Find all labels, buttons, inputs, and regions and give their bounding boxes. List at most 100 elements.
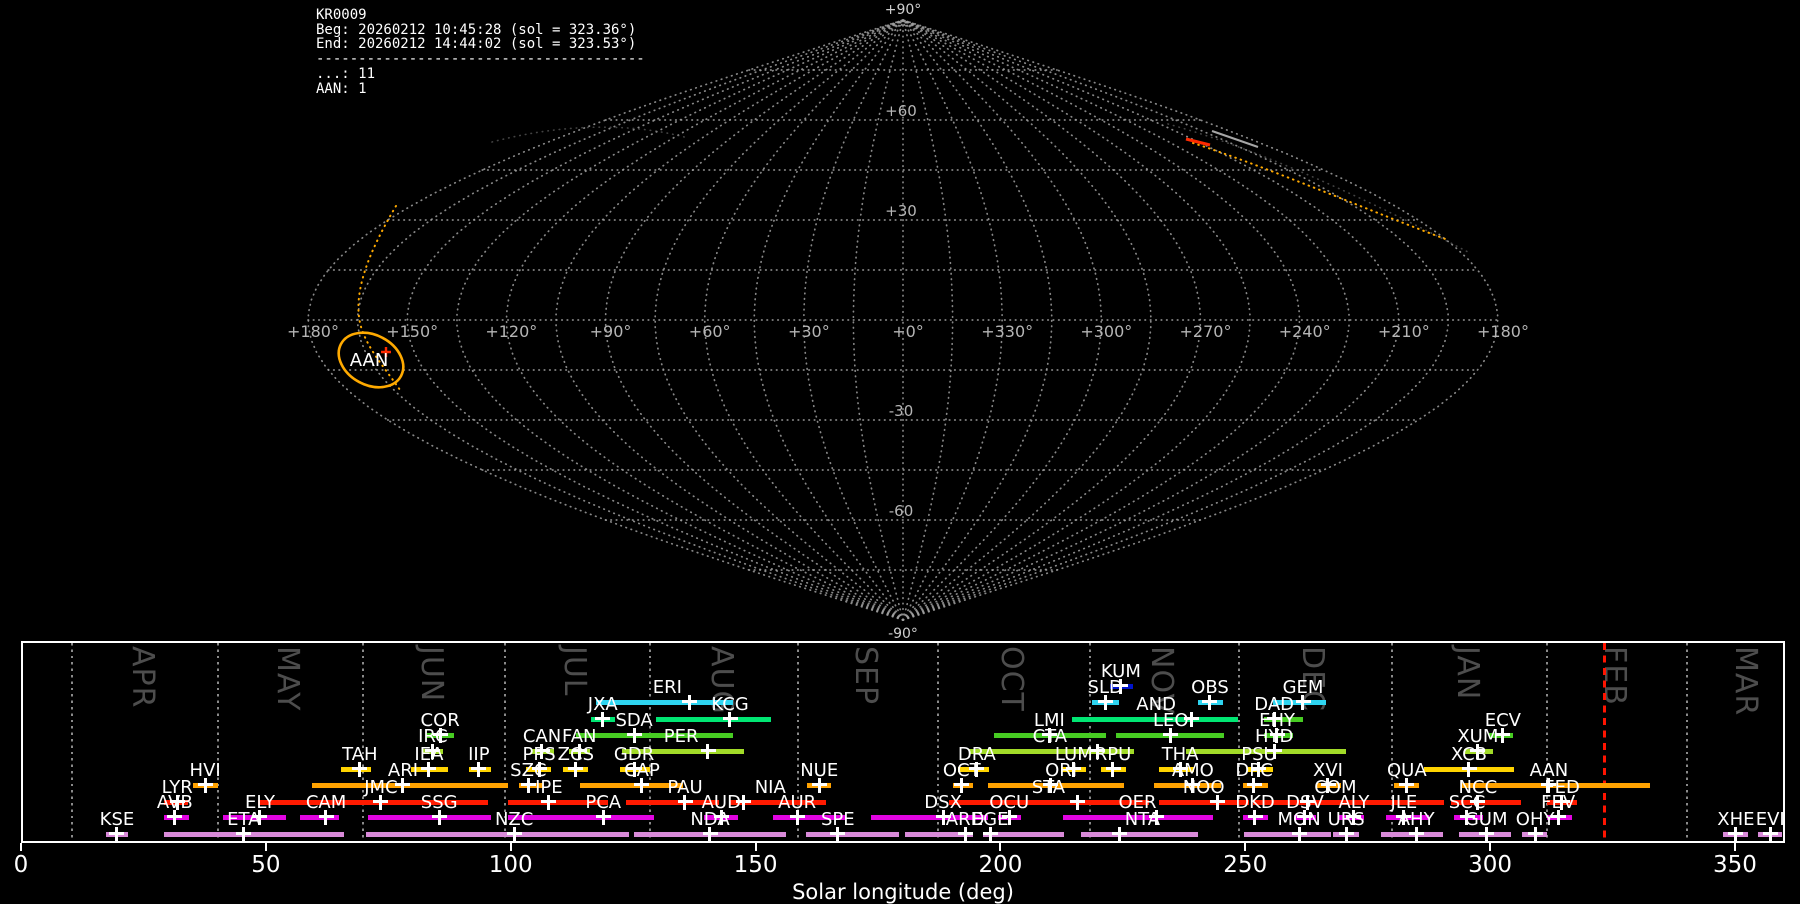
map-longitude-label: +120° (485, 322, 537, 341)
map-longitude-label: +180° (1477, 322, 1529, 341)
x-axis-tick (999, 843, 1002, 851)
map-longitude-label: +300° (1080, 322, 1132, 341)
month-label-mar: MAR (1727, 646, 1763, 717)
map-aux-segment (1211, 130, 1259, 148)
shower-label-pau: PAU (667, 777, 703, 798)
shower-label-iea: IEA (414, 744, 444, 765)
shower-label-gum: GUM (1464, 809, 1508, 830)
x-axis-tick (509, 843, 512, 851)
x-axis-tick (20, 843, 22, 851)
map-longitude-label: +60° (689, 322, 731, 341)
x-axis-tick-label: 200 (978, 852, 1023, 878)
shower-label-ege: EGE (971, 809, 1009, 830)
shower-label-avb: AVB (156, 792, 193, 813)
map-latitude-label: -60 (889, 502, 914, 520)
shower-bar-spe (805, 832, 900, 837)
shower-label-ohy: OHY (1515, 809, 1555, 830)
meteor-observation-screen: KR0009 Beg: 20260212 10:45:28 (sol = 323… (0, 0, 1800, 904)
map-pole-label: -90° (888, 626, 918, 642)
shower-label-leo: LEO (1153, 710, 1189, 731)
map-aux-curve (1167, 123, 1469, 253)
x-axis-tick-label: 250 (1223, 852, 1268, 878)
shower-bar-kcg (656, 717, 772, 722)
shower-label-jxa: JXA (587, 694, 618, 715)
month-label-oct: OCT (993, 646, 1029, 712)
shower-label-nta: NTA (1124, 809, 1161, 830)
map-longitude-label: +180° (287, 322, 339, 341)
shower-label-sld: SLD (1087, 677, 1123, 698)
shower-label-sda: SDA (615, 710, 653, 731)
map-longitude-label: +240° (1279, 322, 1331, 341)
month-label-feb: FEB (1596, 646, 1632, 706)
month-label-apr: APR (124, 646, 160, 709)
current-solar-longitude-line (1603, 643, 1607, 841)
map-longitude-label: +90° (590, 322, 632, 341)
shower-label-ssg: SSG (420, 792, 458, 813)
shower-bar-nta (1081, 832, 1198, 837)
x-axis-tick (1733, 843, 1736, 851)
map-latitude-label: +60 (885, 102, 917, 120)
month-separator-may (216, 643, 219, 841)
shower-label-jmc: JMC (364, 777, 398, 798)
source-label: AAN (350, 350, 389, 371)
shower-label-nue: NUE (800, 760, 839, 781)
month-label-sep: SEP (847, 646, 883, 706)
month-separator-mar (1685, 643, 1688, 841)
map-meridian-line (902, 19, 1350, 621)
shower-label-kse: KSE (99, 809, 135, 830)
shower-label-pca: PCA (585, 792, 622, 813)
shower-bar-sda (575, 733, 734, 738)
map-latitude-label: -30 (889, 402, 914, 420)
month-label-jul: JUL (557, 646, 593, 697)
month-label-jun: JUN (413, 646, 449, 703)
month-separator-nov (1088, 643, 1091, 841)
x-axis-tick-label: 150 (733, 852, 778, 878)
shower-label-dpc: DPC (1235, 760, 1273, 781)
shower-bar-nzc (366, 832, 630, 837)
shower-label-mon: MON (1277, 809, 1321, 830)
month-separator-aug (648, 643, 651, 841)
shower-label-xcb: XCB (1451, 744, 1488, 765)
shower-label-obs: OBS (1191, 677, 1229, 698)
x-axis-tick-label: 300 (1468, 852, 1513, 878)
map-longitude-label: +270° (1180, 322, 1232, 341)
shower-label-spe: SPE (820, 809, 855, 830)
map-aux-curve (491, 126, 689, 143)
x-axis-tick-label: 0 (13, 852, 29, 878)
x-axis-tick-label: 100 (488, 852, 533, 878)
x-axis-tick (754, 843, 757, 851)
radiant-sky-map: +90° -90° +60 +30 -30 -60 +180° +150° +120° +90° +… (287, 2, 1529, 642)
shower-label-ahy: AHY (1397, 809, 1435, 830)
map-longitude-label: +150° (386, 322, 438, 341)
shower-bar-mon (1243, 832, 1331, 837)
month-separator-apr (71, 643, 74, 841)
shower-label-oct: OCT (942, 760, 981, 781)
x-axis-tick-label: 350 (1712, 852, 1757, 878)
map-longitude-label: +30° (788, 322, 830, 341)
shower-bar-eta (163, 832, 345, 837)
shower-label-hvi: HVI (189, 760, 221, 781)
x-axis-tick (264, 843, 267, 851)
shower-label-cap: CAP (624, 760, 660, 781)
shower-label-qua: QUA (1387, 760, 1427, 781)
shower-label-zcs: ZCS (557, 744, 594, 765)
map-longitude-label: +330° (981, 322, 1033, 341)
shower-label-rpu: RPU (1094, 744, 1132, 765)
shower-label-eta: ETA (227, 809, 261, 830)
month-label-jan: JAN (1449, 646, 1485, 701)
month-separator-jun (362, 643, 365, 841)
shower-label-eri: ERI (652, 677, 682, 698)
shower-label-per: PER (663, 726, 699, 747)
shower-label-cam: CAM (305, 792, 347, 813)
map-latitude-label: +30 (885, 202, 917, 220)
shower-label-dkd: DKD (1235, 792, 1275, 813)
shower-label-sta: STA (1031, 777, 1066, 798)
x-axis-tick (1489, 843, 1492, 851)
shower-label-evi: EVI (1755, 809, 1785, 830)
map-meridian-line (902, 19, 1251, 621)
shower-label-noo: NOO (1182, 777, 1225, 798)
shower-label-tah: TAH (342, 744, 378, 765)
month-label-may: MAY (270, 646, 306, 712)
map-longitude-label: +210° (1378, 322, 1430, 341)
shower-label-nzc: NZC (494, 809, 534, 830)
